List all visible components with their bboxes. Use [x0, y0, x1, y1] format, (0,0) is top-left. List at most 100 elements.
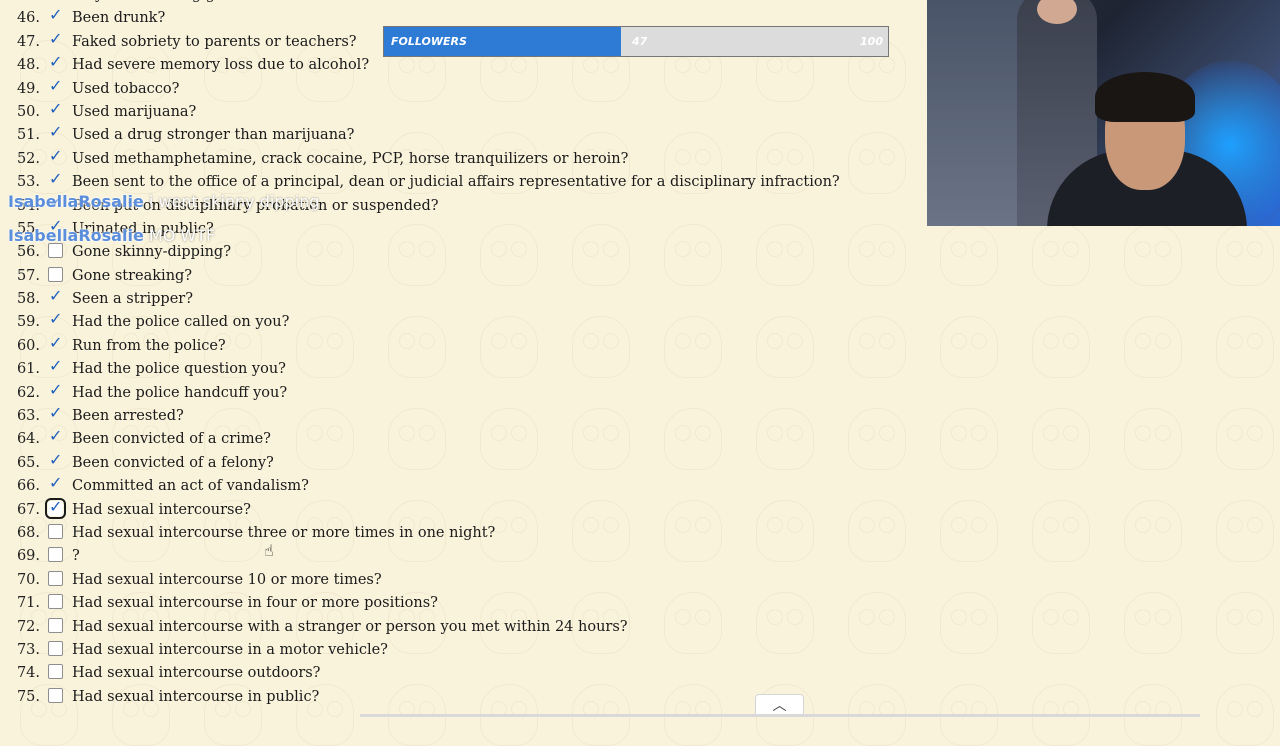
question-number: 58.	[16, 291, 40, 308]
question-text: Used marijuana?	[72, 103, 197, 120]
question-checkbox[interactable]	[48, 52, 63, 71]
question-number: 68.	[16, 524, 40, 541]
question-row: 50. Used marijuana?	[0, 99, 900, 124]
chat-message: IsabellaRosalie MO WTF	[8, 226, 215, 245]
question-row: 69.?	[0, 545, 900, 568]
question-checkbox[interactable]	[48, 309, 63, 328]
question-number: 75.	[16, 688, 40, 705]
question-checkbox[interactable]	[48, 5, 63, 24]
question-checkbox[interactable]	[45, 497, 66, 519]
question-row: 57. Gone streaking?	[0, 265, 900, 288]
question-checkbox[interactable]	[48, 146, 63, 165]
owl-pattern-tile	[1124, 500, 1182, 562]
chat-text: MO WTF	[148, 226, 216, 245]
question-text: Had sexual intercourse 10 or more times?	[72, 571, 382, 588]
question-number: 60.	[16, 337, 40, 354]
question-row: 49. Used tobacco?	[0, 76, 900, 101]
question-text: Gone skinny-dipping?	[72, 244, 231, 261]
question-checkbox[interactable]	[48, 266, 63, 282]
question-row: 53. Been sent to the office of a principa…	[0, 169, 900, 194]
question-checkbox[interactable]	[48, 333, 63, 352]
owl-pattern-tile	[1216, 408, 1274, 470]
question-checkbox[interactable]	[48, 356, 63, 375]
question-number: 49.	[16, 80, 40, 97]
owl-pattern-tile	[1124, 224, 1182, 286]
question-checkbox[interactable]	[48, 99, 63, 118]
owl-pattern-tile	[1216, 500, 1274, 562]
question-row: 73. Had sexual intercourse in a motor veh…	[0, 639, 900, 662]
owl-pattern-tile	[1032, 408, 1090, 470]
question-checkbox[interactable]	[48, 473, 63, 492]
question-text: Run from the police?	[72, 337, 226, 354]
question-number: 67.	[16, 501, 40, 518]
question-text: Been sent to the office of a principal, …	[72, 174, 840, 191]
question-text: Seen a stripper?	[72, 291, 193, 308]
question-checkbox[interactable]	[48, 122, 63, 141]
question-text: Used a drug stronger than marijuana?	[72, 127, 355, 144]
question-number: 56.	[16, 244, 40, 261]
owl-pattern-tile	[1216, 224, 1274, 286]
question-number: 74.	[16, 665, 40, 682]
question-number: 52.	[16, 150, 40, 167]
question-number: 47.	[16, 33, 40, 50]
question-checkbox[interactable]	[48, 243, 63, 259]
chat-message: IsabellaRosalie i went skinny dipping	[8, 192, 319, 211]
question-checkbox[interactable]	[48, 450, 63, 469]
question-checkbox[interactable]	[48, 169, 63, 188]
question-checkbox[interactable]	[48, 547, 63, 563]
question-row: 63. Been arrested?	[0, 403, 900, 428]
question-text: Had the police called on you?	[72, 314, 290, 331]
owl-pattern-tile	[1216, 684, 1274, 746]
question-number: 72.	[16, 618, 40, 635]
question-checkbox[interactable]	[48, 403, 63, 422]
webcam-overlay	[927, 0, 1280, 226]
question-text: Committed an act of vandalism?	[72, 478, 309, 495]
question-checkbox[interactable]	[48, 29, 63, 48]
question-checkbox[interactable]	[48, 570, 63, 586]
question-checkbox[interactable]	[48, 523, 63, 539]
question-text: Had sexual intercourse in a motor vehicl…	[72, 641, 388, 658]
owl-pattern-tile	[940, 408, 998, 470]
question-checkbox[interactable]	[48, 0, 63, 1]
question-checkbox[interactable]	[48, 380, 63, 399]
question-text: Been arrested?	[72, 408, 184, 425]
chat-username: IsabellaRosalie	[8, 192, 144, 211]
question-number: 61.	[16, 361, 40, 378]
question-checkbox[interactable]	[48, 286, 63, 305]
question-number: 59.	[16, 314, 40, 331]
question-number: 46.	[16, 10, 40, 27]
question-checkbox[interactable]	[48, 664, 63, 680]
question-row: 74. Had sexual intercourse outdoors?	[0, 662, 900, 685]
owl-pattern-tile	[1032, 224, 1090, 286]
question-row: 48. Had severe memory loss due to alcohol…	[0, 52, 900, 77]
horizontal-scrollbar[interactable]	[360, 714, 1200, 717]
question-checkbox[interactable]	[48, 76, 63, 95]
question-number: 57.	[16, 267, 40, 284]
question-number: 50.	[16, 103, 40, 120]
question-checkbox[interactable]	[48, 426, 63, 445]
question-checkbox[interactable]	[48, 617, 63, 633]
question-row: 59. Had the police called on you?	[0, 309, 900, 334]
question-row: 67. Had sexual intercourse?	[0, 497, 900, 522]
question-checkbox[interactable]	[48, 640, 63, 656]
question-text: Had sexual intercourse?	[72, 501, 251, 518]
question-number: 64.	[16, 431, 40, 448]
question-text: Faked sobriety to parents or teachers?	[72, 33, 357, 50]
question-text: Used methamphetamine, crack cocaine, PCP…	[72, 150, 629, 167]
question-text: Been drunk?	[72, 10, 166, 27]
question-checkbox[interactable]	[48, 594, 63, 610]
question-row: 70. Had sexual intercourse 10 or more tim…	[0, 569, 900, 592]
question-text: Used tobacco?	[72, 80, 180, 97]
question-row: 51. Used a drug stronger than marijuana?	[0, 122, 900, 147]
question-row: 65. Been convicted of a felony?	[0, 450, 900, 475]
question-row: 72. Had sexual intercourse with a strange…	[0, 616, 900, 639]
question-checkbox[interactable]	[48, 687, 63, 703]
question-number: 71.	[16, 595, 40, 612]
question-text: Played a drinking game?	[72, 0, 254, 3]
question-number: 69.	[16, 548, 40, 565]
webcam-streamer-hair	[1095, 72, 1195, 122]
question-number: 51.	[16, 127, 40, 144]
question-text: Had severe memory loss due to alcohol?	[72, 57, 370, 74]
question-row: 66. Committed an act of vandalism?	[0, 473, 900, 498]
followers-goal-bar: FOLLOWERS 47 100	[383, 26, 889, 57]
